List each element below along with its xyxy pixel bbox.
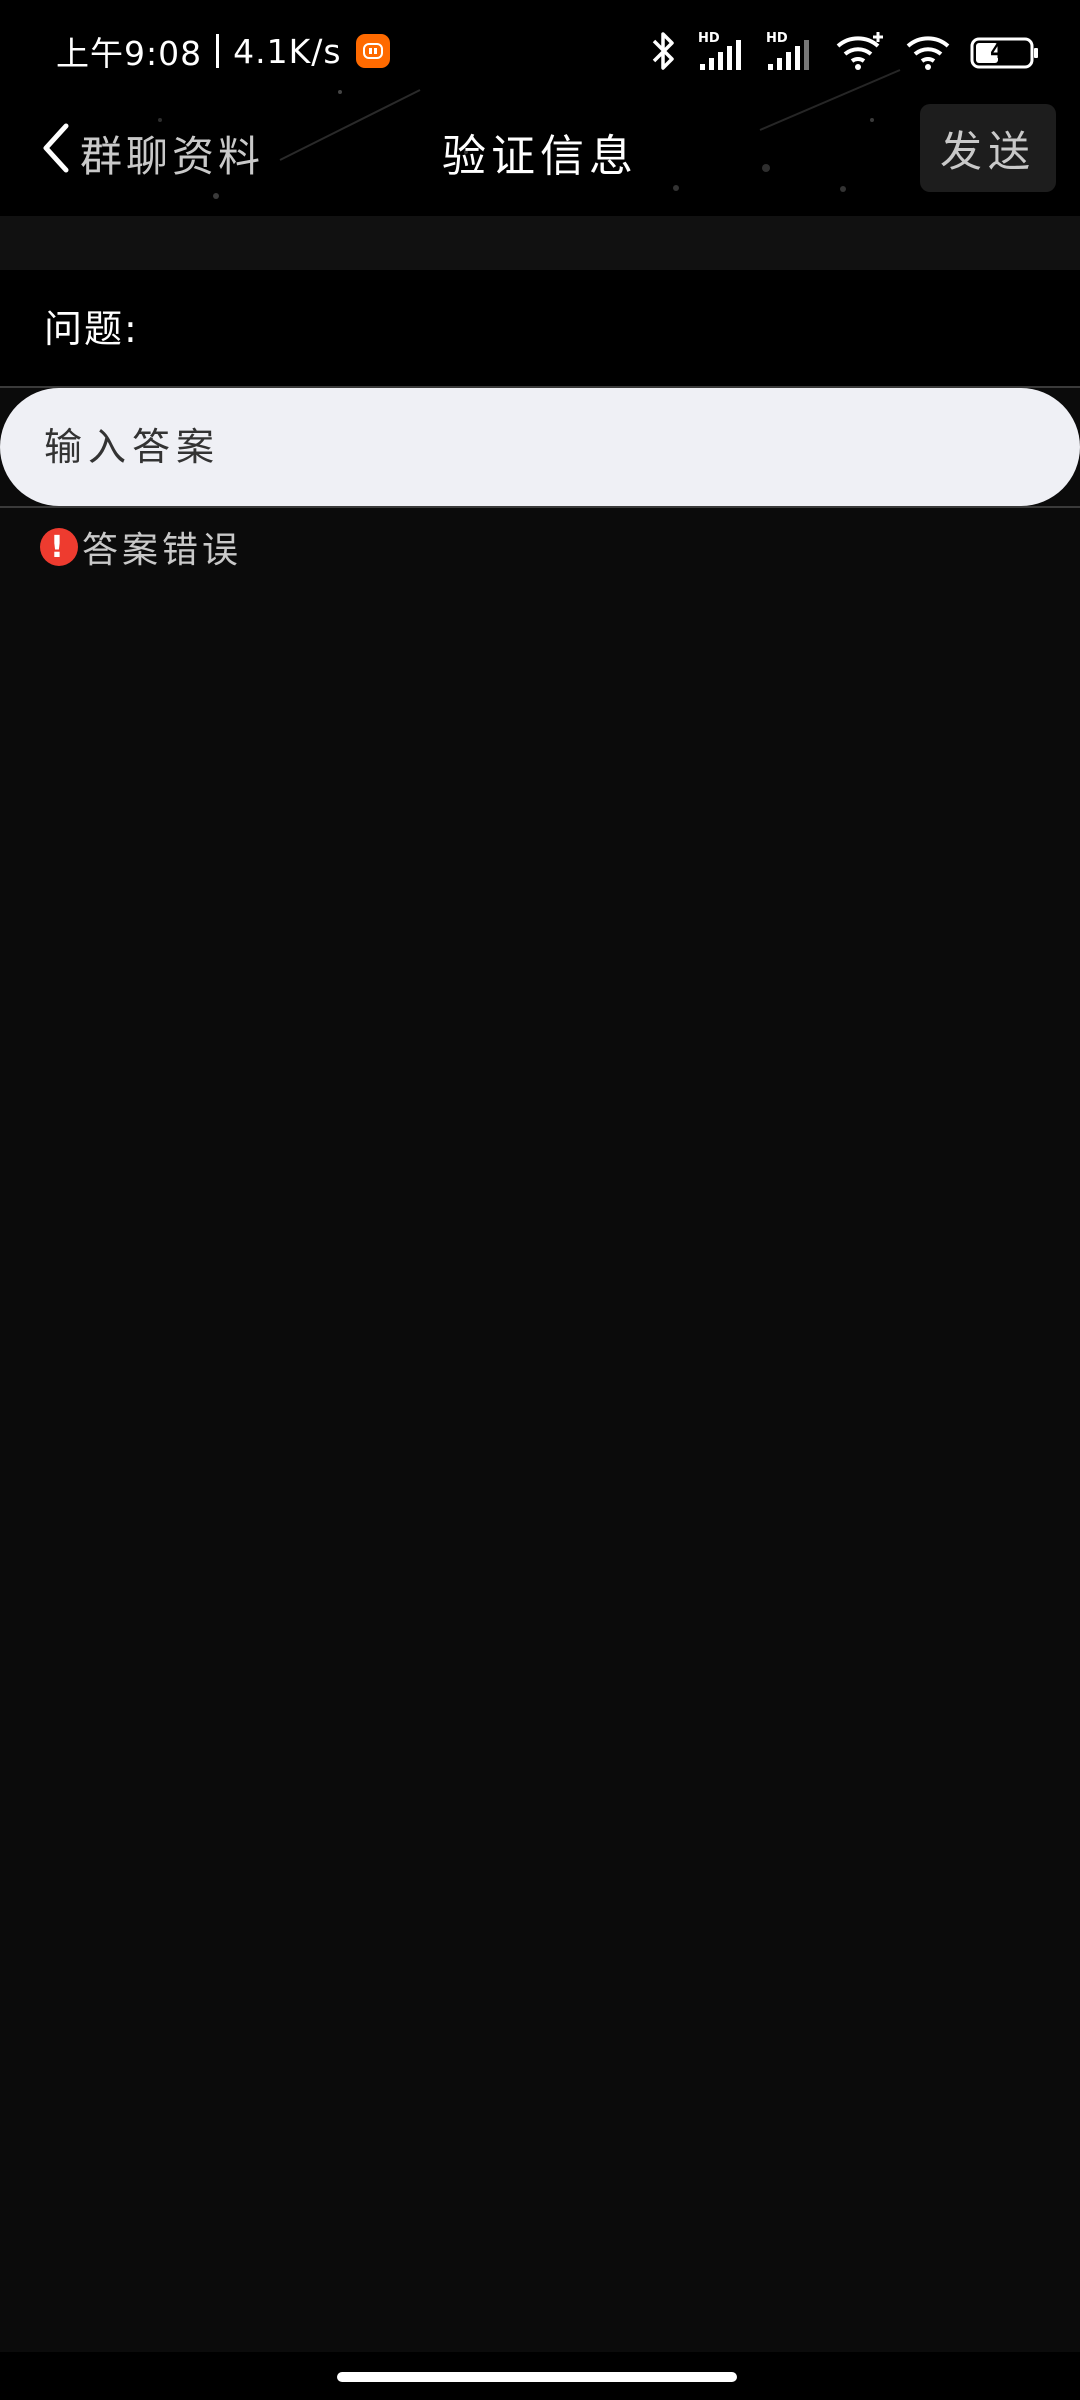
nav-bar: 群聊资料 验证信息 发送 bbox=[0, 104, 1080, 216]
wifi-plus-icon bbox=[834, 30, 886, 76]
network-speed: 4.1K/s bbox=[233, 31, 342, 71]
signal-icon: HD bbox=[698, 30, 748, 76]
status-time: 上午9:08 bbox=[56, 34, 203, 73]
home-indicator[interactable] bbox=[337, 2372, 737, 2382]
wifi-icon bbox=[904, 30, 952, 76]
status-bar: 上午9:08 4.1K/s HD HD 41 bbox=[0, 0, 1080, 104]
error-message: ! 答案错误 bbox=[40, 522, 242, 572]
battery-level: 41 bbox=[990, 39, 1018, 63]
status-right: HD HD 41 bbox=[646, 30, 1040, 76]
question-label: 问题: bbox=[44, 307, 139, 351]
page-title: 验证信息 bbox=[442, 131, 638, 182]
svg-text:HD: HD bbox=[766, 31, 788, 46]
section-divider bbox=[0, 216, 1080, 270]
status-separator bbox=[216, 34, 220, 68]
battery-icon: 41 bbox=[970, 35, 1040, 71]
mi-app-icon bbox=[355, 34, 390, 68]
svg-text:HD: HD bbox=[698, 31, 720, 46]
exclamation-icon: ! bbox=[40, 528, 78, 566]
status-left: 上午9:08 4.1K/s bbox=[56, 26, 390, 76]
answer-input[interactable] bbox=[0, 388, 1080, 506]
signal-icon-2: HD bbox=[766, 30, 816, 76]
send-button[interactable]: 发送 bbox=[920, 104, 1056, 192]
question-row: 问题: bbox=[0, 270, 1080, 388]
error-text: 答案错误 bbox=[82, 530, 243, 571]
answer-row bbox=[0, 388, 1080, 508]
header: 上午9:08 4.1K/s HD HD 41 群聊资料 验证信息 发送 bbox=[0, 0, 1080, 216]
bluetooth-icon bbox=[646, 30, 680, 76]
